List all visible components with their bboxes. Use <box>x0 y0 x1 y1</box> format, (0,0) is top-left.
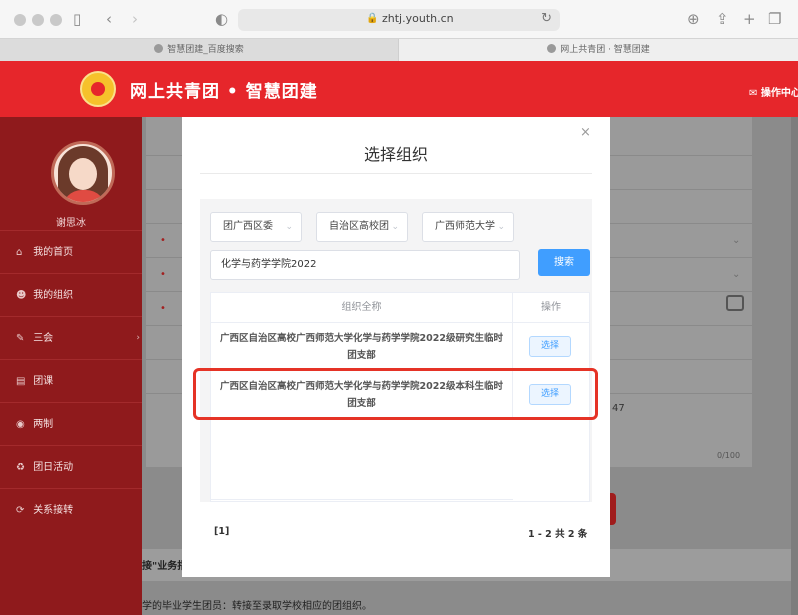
tab-label: 网上共青团 · 智慧团建 <box>560 45 650 55</box>
avatar-face <box>69 158 97 190</box>
youth-league-logo-icon <box>80 71 116 107</box>
select-org-button[interactable]: 选择 <box>529 336 571 357</box>
tab-label: 智慧团建_百度搜索 <box>167 45 244 55</box>
pagination-summary: 1 - 2 共 2 条 <box>528 529 588 540</box>
sidebar-item-label: 三会 <box>33 333 54 344</box>
org-name-cell: 广西区自治区高校广西师范大学化学与药学学院2022级研究生临时团支部 <box>211 323 513 371</box>
column-header-org: 组织全称 <box>211 293 513 323</box>
chevron-down-icon[interactable]: ⌄ <box>732 235 740 246</box>
sidebar-item-label: 关系接转 <box>33 505 74 516</box>
sidebar-item-label: 团日活动 <box>33 462 74 473</box>
sidebar-item-transfer[interactable]: ⟳ 关系接转 <box>0 488 142 531</box>
transfer-icon: ⟳ <box>16 505 25 516</box>
select-school[interactable]: 广西师范大学 ⌄ <box>422 212 514 242</box>
sidebar-toggle-icon[interactable]: ▯ <box>73 9 81 29</box>
sidebar-item-label: 两制 <box>33 419 54 430</box>
lock-icon: 🔒 <box>366 13 379 24</box>
url-text: zhtj.youth.cn <box>382 12 454 25</box>
ops-center-link[interactable]: ✉ 操作中心 <box>749 84 798 99</box>
sidebar: 谢思冰 ⌂ 我的首页 ☻ 我的组织 ✎ 三会 › ▤ 团课 ◉ 两制 ♻ 团日活… <box>0 117 142 615</box>
reload-icon[interactable]: ↻ <box>541 11 552 26</box>
zoom-window-dot[interactable] <box>50 14 62 26</box>
table-scroll-edge <box>211 499 513 500</box>
org-search-input[interactable]: 化学与药学学院2022 <box>210 250 520 280</box>
browser-toolbar: ▯ ‹ › ◐ 🔒 zhtj.youth.cn ↻ ⊕ ⇪ + ❐ <box>0 0 798 38</box>
recycle-icon: ♻ <box>16 462 25 473</box>
chevron-right-icon: › <box>136 333 140 343</box>
pagination-pages[interactable]: [1] <box>214 526 229 537</box>
sidebar-item-three-meetings[interactable]: ✎ 三会 › <box>0 316 142 359</box>
select-province-league[interactable]: 团广西区委 ⌄ <box>210 212 302 242</box>
info-text: 学的毕业学生团员：转接至录取学校相应的团组织。 <box>142 601 372 612</box>
download-icon[interactable]: ⊕ <box>687 9 700 29</box>
field-value: 47 <box>612 403 625 414</box>
dialog-title: 选择组织 <box>363 145 428 164</box>
baidu-favicon-icon <box>154 44 164 53</box>
select-value: 团广西区委 <box>223 221 273 232</box>
tab-zhtj[interactable]: 网上共青团 · 智慧团建 <box>399 39 798 61</box>
table-row: 广西区自治区高校广西师范大学化学与药学学院2022级研究生临时团支部 选择 <box>211 323 589 371</box>
sidebar-item-my-org[interactable]: ☻ 我的组织 <box>0 273 142 316</box>
sidebar-item-label: 团课 <box>33 376 54 387</box>
privacy-shield-icon[interactable]: ◐ <box>215 9 228 29</box>
select-university-league[interactable]: 自治区高校团 ⌄ <box>316 212 408 242</box>
chevron-down-icon: ⌄ <box>283 213 293 241</box>
new-tab-icon[interactable]: + <box>743 9 756 29</box>
select-value: 自治区高校团 <box>329 221 389 232</box>
column-header-action: 操作 <box>513 293 589 323</box>
title-divider <box>200 173 592 174</box>
group-icon: ☻ <box>16 290 27 301</box>
zhtj-favicon-icon <box>547 44 557 53</box>
section-title: 接"业务指 <box>142 561 188 572</box>
share-icon[interactable]: ⇪ <box>716 9 729 29</box>
sidebar-item-label: 我的首页 <box>33 247 74 258</box>
tab-baidu-search[interactable]: 智慧团建_百度搜索 <box>0 39 399 61</box>
tab-overview-icon[interactable]: ❐ <box>768 9 781 29</box>
site-header: 网上共青团 • 智慧团建 ✉ 操作中心 <box>0 61 798 117</box>
highlight-annotation <box>193 368 598 420</box>
select-value: 广西师范大学 <box>435 221 495 232</box>
edit-icon: ✎ <box>16 333 25 344</box>
search-button[interactable]: 搜索 <box>538 249 590 276</box>
forward-icon[interactable]: › <box>132 9 138 29</box>
edit-icon[interactable] <box>726 295 744 311</box>
sidebar-item-label: 我的组织 <box>33 290 74 301</box>
sidebar-item-home[interactable]: ⌂ 我的首页 <box>0 230 142 273</box>
avatar[interactable] <box>51 141 115 205</box>
user-name: 谢思冰 <box>56 218 86 229</box>
page-scrollbar[interactable] <box>791 117 798 615</box>
folder-icon: ▤ <box>16 376 26 387</box>
close-window-dot[interactable] <box>14 14 26 26</box>
chevron-down-icon: ⌄ <box>495 213 505 241</box>
close-icon[interactable]: × <box>580 125 591 140</box>
site-title: 网上共青团 • 智慧团建 <box>130 82 318 102</box>
back-icon[interactable]: ‹ <box>106 9 112 29</box>
required-star: • <box>160 303 166 314</box>
circle-icon: ◉ <box>16 419 25 430</box>
sidebar-item-league-day[interactable]: ♻ 团日活动 <box>0 445 142 488</box>
address-bar[interactable]: 🔒 zhtj.youth.cn ↻ <box>238 9 560 31</box>
sidebar-item-two-systems[interactable]: ◉ 两制 <box>0 402 142 445</box>
required-star: • <box>160 269 166 280</box>
minimize-window-dot[interactable] <box>32 14 44 26</box>
sidebar-item-league-class[interactable]: ▤ 团课 <box>0 359 142 402</box>
chevron-down-icon[interactable]: ⌄ <box>732 269 740 280</box>
required-star: • <box>160 235 166 246</box>
home-icon: ⌂ <box>16 247 23 258</box>
browser-tab-strip: 智慧团建_百度搜索 网上共青团 · 智慧团建 <box>0 38 798 61</box>
chevron-down-icon: ⌄ <box>389 213 399 241</box>
action-cell: 选择 <box>513 323 589 371</box>
char-counter: 0/100 <box>717 451 741 460</box>
